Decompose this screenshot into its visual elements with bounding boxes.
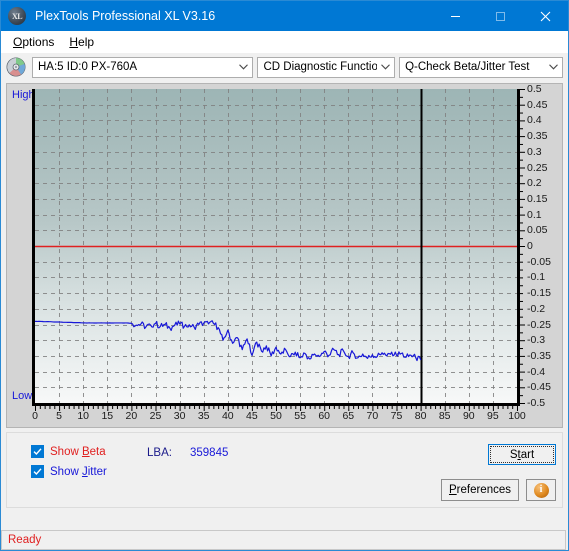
preferences-button-label: Preferences: [448, 484, 511, 496]
start-button[interactable]: Start: [488, 444, 556, 465]
x-axis-tick-label: 70: [366, 410, 379, 422]
show-beta-label: Show Beta: [50, 445, 106, 458]
x-axis-tick-label: 10: [77, 410, 90, 422]
show-beta-checkbox[interactable]: [31, 445, 44, 458]
controls-panel: Show Beta Show Jitter LBA: 359845 Start …: [6, 432, 563, 508]
window-title: PlexTools Professional XL V3.16: [35, 9, 216, 23]
lba-value: 359845: [190, 447, 229, 459]
status-text: Ready: [8, 534, 42, 546]
y-axis-tick-label: 0: [527, 240, 533, 252]
plot-svg: [35, 89, 517, 403]
x-axis-tick-label: 15: [101, 410, 114, 422]
y-axis-tick-label: 0.35: [527, 130, 548, 143]
show-beta-checkbox-row[interactable]: Show Beta: [31, 445, 106, 458]
y-axis-ticks: 0.5 0.45 0.4 0.35 0.3 0.25 0.2 0.15 0.1 0.05 0 -0.0…: [523, 84, 569, 414]
menu-item-options[interactable]: Options: [7, 33, 63, 51]
y-axis-tick-label: -0.3: [527, 334, 546, 347]
chart-panel: High Low 0.5 0.45 0.4 0.35 0.3 0.25 0.2 0.15 0.1…: [6, 83, 563, 428]
preferences-button[interactable]: Preferences: [441, 479, 519, 501]
y-axis-tick-label: 0.3: [527, 145, 542, 158]
menu-item-options-label: ptions: [22, 34, 55, 49]
start-button-label: Start: [509, 448, 535, 461]
show-jitter-label: Show Jitter: [50, 465, 107, 478]
menu-item-help[interactable]: Help: [63, 33, 103, 51]
y-axis-tick-label: 0.45: [527, 98, 548, 111]
y-axis-tick-label: -0.2: [527, 302, 546, 315]
app-icon: XL: [8, 7, 26, 25]
function-select-value: CD Diagnostic Functions: [263, 61, 377, 73]
x-axis-tick-label: 95: [487, 410, 499, 422]
y-axis-tick-label: -0.4: [527, 365, 546, 378]
toolbar: HA:5 ID:0 PX-760A CD Diagnostic Function…: [1, 53, 568, 81]
x-axis-tick-label: 30: [173, 410, 186, 422]
x-axis-tick-label: 35: [197, 410, 210, 422]
minimize-button[interactable]: [433, 1, 478, 31]
info-icon: i: [533, 482, 549, 498]
chevron-down-icon: [377, 64, 394, 70]
disc-icon: [6, 57, 26, 77]
y-axis-tick-label: 0.25: [527, 161, 548, 174]
drive-select[interactable]: HA:5 ID:0 PX-760A: [32, 56, 254, 78]
y-axis-tick-label: -0.25: [527, 318, 551, 331]
show-jitter-checkbox-row[interactable]: Show Jitter: [31, 465, 107, 478]
x-axis-tick-label: 20: [125, 410, 138, 422]
menu-bar: Options Help: [1, 31, 568, 53]
title-bar: XL PlexTools Professional XL V3.16: [1, 1, 568, 31]
close-button[interactable]: [523, 1, 568, 31]
plot-canvas: [32, 89, 520, 406]
x-axis-tick-label: 80: [414, 410, 427, 422]
function-select[interactable]: CD Diagnostic Functions: [257, 56, 396, 78]
x-axis-tick-label: 5: [56, 410, 63, 422]
window-controls: [433, 1, 568, 31]
axis-label-low: Low: [12, 390, 33, 402]
maximize-button[interactable]: [478, 1, 523, 31]
y-axis-tick-label: 0.15: [527, 192, 548, 205]
show-jitter-checkbox[interactable]: [31, 465, 44, 478]
y-axis-tick-label: 0.5: [527, 83, 542, 95]
x-axis-tick-label: 85: [438, 410, 451, 422]
status-bar: Ready: [1, 530, 566, 550]
y-axis-tick-label: 0.05: [527, 224, 548, 237]
x-axis-tick-label: 60: [318, 410, 331, 422]
x-axis-tick-label: 75: [390, 410, 403, 422]
x-axis-tick-label: 65: [342, 410, 355, 422]
menu-item-help-label: elp: [78, 34, 95, 49]
y-axis-tick-label: -0.15: [527, 287, 551, 300]
drive-select-value: HA:5 ID:0 PX-760A: [38, 61, 138, 73]
chevron-down-icon: [545, 64, 562, 70]
y-axis-tick-label: 0.1: [527, 208, 542, 221]
x-axis-tick-label: 55: [294, 410, 306, 422]
y-axis-tick-label: -0.5: [527, 397, 546, 409]
x-axis-tick-label: 0: [32, 410, 38, 422]
y-axis-tick-label: -0.1: [527, 271, 546, 284]
info-button[interactable]: i: [526, 479, 556, 501]
y-axis-tick-label: -0.05: [527, 255, 551, 268]
y-axis-tick-label: 0.2: [527, 177, 542, 190]
x-axis-tick-label: 25: [149, 410, 162, 422]
x-axis-tick-label: 40: [221, 410, 234, 422]
y-axis-tick-label: -0.35: [527, 349, 551, 362]
y-axis-tick-label: 0.4: [527, 114, 542, 127]
plot-area[interactable]: [32, 89, 520, 406]
chevron-down-icon: [235, 64, 252, 70]
y-axis-tick-label: -0.45: [527, 381, 551, 394]
x-axis-tick-label: 50: [270, 410, 282, 422]
test-select-value: Q-Check Beta/Jitter Test: [405, 61, 530, 73]
x-axis-tick-label: 45: [246, 410, 258, 422]
lba-label: LBA:: [147, 447, 172, 459]
x-axis-tick-label: 100: [508, 410, 526, 422]
x-axis-ticks: 0 5 10 15 20 25 30 35 40 45 50 55 60 65 70 75 80 85 90 95 10…: [32, 406, 526, 426]
test-select[interactable]: Q-Check Beta/Jitter Test: [399, 56, 564, 78]
x-axis-tick-label: 90: [462, 410, 475, 422]
